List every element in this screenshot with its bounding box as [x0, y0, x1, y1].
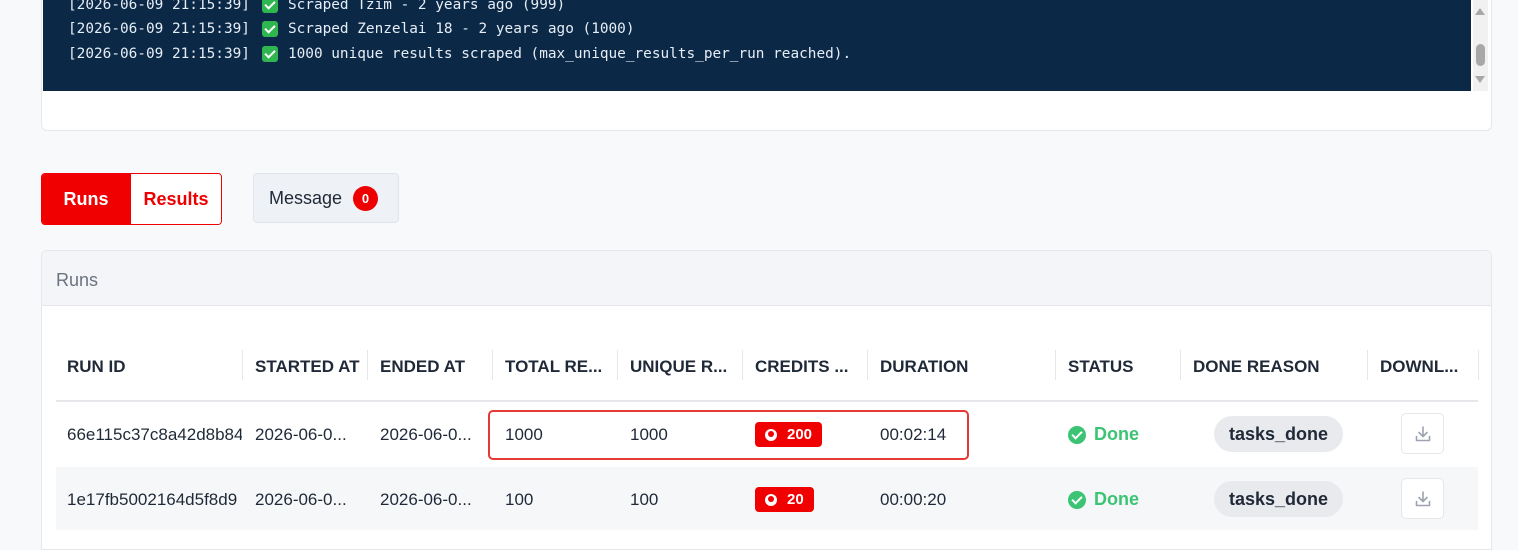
download-button[interactable] [1401, 413, 1444, 454]
column-header-download[interactable]: DOWNL... [1380, 357, 1458, 377]
check-circle-icon [1068, 490, 1086, 509]
log-timestamp: [2026-06-09 21:15:39] [68, 46, 250, 62]
log-console: [2026-06-09 21:15:39] Scraped Tzim - 2 y… [43, 0, 1471, 91]
download-icon [1415, 425, 1430, 441]
column-header-run-id[interactable]: RUN ID [67, 357, 126, 377]
runs-results-toggle: Runs Results [41, 173, 222, 225]
message-count-badge: 0 [353, 185, 379, 211]
tab-results[interactable]: Results [130, 174, 221, 224]
credits-badge: 20 [755, 487, 814, 512]
tab-runs[interactable]: Runs [42, 174, 131, 224]
credits-badge: 200 [755, 422, 823, 447]
done-reason-pill: tasks_done [1214, 481, 1344, 517]
column-divider[interactable] [492, 350, 493, 380]
scroll-thumb[interactable] [1476, 44, 1485, 66]
column-divider[interactable] [1367, 350, 1368, 380]
scroll-down-arrow-icon[interactable] [1475, 76, 1485, 83]
column-divider[interactable] [242, 350, 243, 380]
column-divider[interactable] [1055, 350, 1056, 380]
started-at-cell: 2026-06-0... [255, 425, 347, 444]
ended-at-cell: 2026-06-0... [380, 425, 472, 444]
column-divider[interactable] [742, 350, 743, 380]
log-line: [2026-06-09 21:15:39] Scraped Zenzelai 1… [68, 21, 635, 37]
duration-cell: 00:02:14 [880, 425, 947, 444]
check-icon [261, 0, 278, 13]
status-label: Done [1094, 489, 1139, 509]
log-line: [2026-06-09 21:15:39] Scraped Tzim - 2 y… [68, 0, 565, 13]
run-id-cell: 66e115c37c8a42d8b84 [67, 425, 242, 444]
column-header-started-at[interactable]: STARTED AT [255, 357, 360, 377]
column-header-done-reason[interactable]: DONE REASON [1193, 357, 1320, 377]
table-header-divider [56, 400, 1478, 402]
column-divider[interactable] [1478, 350, 1479, 380]
coin-icon [765, 428, 777, 441]
column-divider[interactable] [367, 350, 368, 380]
message-label: Message [269, 187, 343, 208]
column-divider[interactable] [867, 350, 868, 380]
column-header-credits[interactable]: CREDITS ... [755, 357, 849, 377]
column-header-duration[interactable]: DURATION [880, 357, 968, 377]
scroll-up-arrow-icon[interactable] [1475, 8, 1485, 15]
unique-results-cell: 1000 [630, 425, 668, 444]
column-header-ended-at[interactable]: ENDED AT [380, 357, 465, 377]
unique-results-cell: 100 [630, 490, 659, 509]
credits-value: 200 [787, 426, 813, 443]
log-message: Scraped Tzim - 2 years ago (999) [287, 0, 566, 13]
check-icon [261, 21, 278, 37]
column-header-unique-results[interactable]: UNIQUE R... [630, 357, 727, 377]
console-scrollbar[interactable] [1473, 0, 1488, 91]
column-header-total-results[interactable]: TOTAL RE... [505, 357, 602, 377]
run-id-cell: 1e17fb5002164d5f8d9 [67, 490, 238, 509]
status-label: Done [1094, 424, 1139, 444]
check-circle-icon [1068, 425, 1086, 444]
total-results-cell: 100 [505, 490, 534, 509]
done-reason-pill: tasks_done [1214, 416, 1344, 452]
log-line: [2026-06-09 21:15:39] 1000 unique result… [68, 46, 851, 62]
download-icon [1415, 490, 1430, 506]
log-message: Scraped Zenzelai 18 - 2 years ago (1000) [287, 21, 635, 37]
check-icon [261, 46, 278, 62]
column-divider[interactable] [617, 350, 618, 380]
column-header-status[interactable]: STATUS [1068, 357, 1133, 377]
total-results-cell: 1000 [505, 425, 543, 444]
log-message: 1000 unique results scraped (max_unique_… [287, 46, 852, 62]
started-at-cell: 2026-06-0... [255, 490, 347, 509]
message-button[interactable]: Message 0 [253, 173, 399, 223]
credits-value: 20 [787, 491, 804, 508]
log-timestamp: [2026-06-09 21:15:39] [68, 21, 250, 37]
ended-at-cell: 2026-06-0... [380, 490, 472, 509]
status-badge: Done [1068, 424, 1139, 445]
column-divider[interactable] [1180, 350, 1181, 380]
coin-icon [765, 493, 777, 506]
download-button[interactable] [1401, 478, 1444, 519]
duration-cell: 00:00:20 [880, 490, 947, 509]
runs-panel-title: Runs [42, 251, 1491, 306]
status-badge: Done [1068, 489, 1139, 510]
log-timestamp: [2026-06-09 21:15:39] [68, 0, 250, 13]
